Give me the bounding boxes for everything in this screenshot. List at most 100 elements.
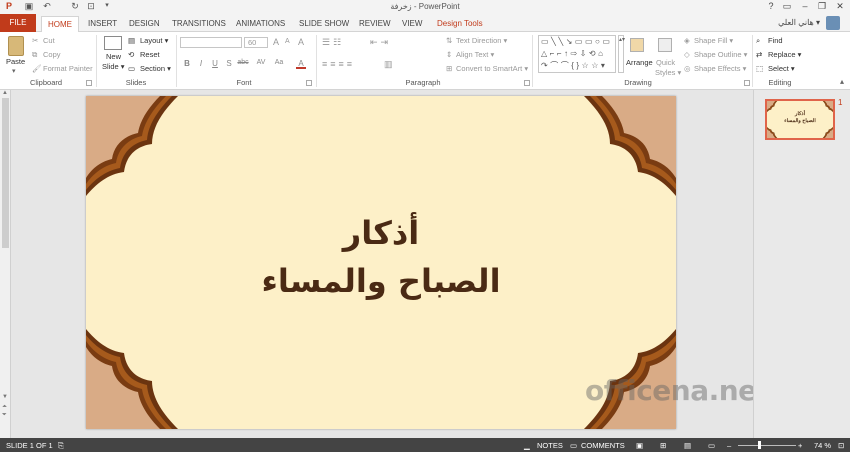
shapes-gallery-scroll-icon[interactable]: ▴▾: [618, 35, 625, 73]
format-painter-button[interactable]: Format Painter: [43, 64, 93, 73]
character-spacing-button[interactable]: AV: [254, 59, 268, 69]
slide-title[interactable]: أذكار: [86, 214, 676, 252]
tab-home[interactable]: HOME: [41, 16, 79, 33]
zoom-out-icon[interactable]: –: [727, 441, 731, 450]
grow-font-icon[interactable]: A: [273, 37, 279, 47]
scroll-up-icon[interactable]: ▲: [2, 90, 8, 96]
reset-icon[interactable]: ⟲: [128, 50, 134, 59]
cut-icon[interactable]: ✂: [32, 36, 38, 45]
text-direction-button[interactable]: Text Direction ▾: [456, 36, 507, 45]
vertical-scrollbar[interactable]: ▲ ▼ ⏶ ⏷: [0, 90, 11, 438]
font-size-select[interactable]: 60: [244, 37, 268, 48]
new-slide-icon[interactable]: [104, 36, 122, 50]
find-icon[interactable]: ⌕: [756, 36, 760, 46]
zoom-slider[interactable]: [738, 445, 796, 446]
align-text-icon[interactable]: ⇕: [446, 50, 452, 59]
font-launcher-icon[interactable]: [306, 80, 312, 86]
strikethrough-button[interactable]: abc: [236, 59, 250, 69]
shape-fill-button[interactable]: Shape Fill ▾: [694, 36, 733, 45]
clipboard-launcher-icon[interactable]: [86, 80, 92, 86]
replace-button[interactable]: Replace ▾: [768, 50, 801, 59]
tab-design[interactable]: DESIGN: [123, 16, 166, 32]
slide-thumbnail[interactable]: أذكار الصباح والمساء: [765, 99, 835, 140]
notes-icon[interactable]: ▁: [524, 441, 530, 450]
comments-button[interactable]: COMMENTS: [581, 441, 625, 450]
arrange-icon[interactable]: [630, 38, 644, 52]
bold-button[interactable]: B: [182, 59, 192, 69]
tab-review[interactable]: REVIEW: [353, 16, 397, 32]
user-account[interactable]: هاني العلي ▾: [778, 18, 820, 27]
reset-button[interactable]: Reset: [140, 50, 160, 59]
underline-button[interactable]: U: [210, 59, 220, 69]
font-color-button[interactable]: A: [296, 59, 306, 69]
scroll-down-icon[interactable]: ▼: [2, 394, 8, 400]
shape-outline-icon[interactable]: ◇: [684, 50, 690, 59]
copy-icon[interactable]: ⧉: [32, 50, 37, 60]
paste-button[interactable]: Paste: [6, 57, 25, 66]
find-button[interactable]: Find: [768, 36, 783, 45]
align-icon[interactable]: ≡≡≡≡: [322, 59, 355, 69]
columns-icon[interactable]: ▥: [384, 59, 393, 70]
comments-icon[interactable]: ▭: [570, 441, 577, 450]
arrange-button[interactable]: Arrange: [626, 58, 653, 67]
new-slide-dropdown[interactable]: Slide ▾: [102, 62, 125, 71]
select-button[interactable]: Select ▾: [768, 64, 795, 73]
clear-formatting-icon[interactable]: A: [298, 37, 304, 47]
copy-button[interactable]: Copy: [43, 50, 61, 59]
shape-effects-icon[interactable]: ◎: [684, 64, 691, 73]
help-button[interactable]: ?: [764, 1, 778, 13]
change-case-button[interactable]: Aa: [272, 59, 286, 69]
notes-button[interactable]: NOTES: [537, 441, 563, 450]
paste-dropdown-icon[interactable]: ▾: [12, 67, 16, 75]
smartart-icon[interactable]: ⊞: [446, 64, 452, 73]
shape-fill-icon[interactable]: ◈: [684, 36, 690, 45]
slide-show-icon[interactable]: ▭: [708, 441, 715, 450]
layout-icon[interactable]: ▤: [128, 36, 135, 45]
layout-button[interactable]: Layout ▾: [140, 36, 168, 45]
select-icon[interactable]: ⬚: [756, 64, 763, 73]
shape-outline-button[interactable]: Shape Outline ▾: [694, 50, 747, 59]
section-icon[interactable]: ▭: [128, 64, 135, 73]
section-button[interactable]: Section ▾: [140, 64, 171, 73]
indent-icon[interactable]: ⇤⇥: [370, 37, 391, 48]
convert-to-smartart-button[interactable]: Convert to SmartArt ▾: [456, 64, 528, 73]
tab-view[interactable]: VIEW: [396, 16, 428, 32]
paragraph-launcher-icon[interactable]: [524, 80, 530, 86]
shapes-gallery[interactable]: ▭╲╲↘▭▭○▭ △⌐⌐↑⇨⇩⟲⌂ ↷⌒⌒{}☆☆▾: [538, 35, 616, 73]
tab-file[interactable]: FILE: [0, 14, 36, 32]
quick-styles-icon[interactable]: [658, 38, 672, 52]
tab-insert[interactable]: INSERT: [82, 16, 123, 32]
zoom-level[interactable]: 74 %: [814, 441, 831, 450]
reading-view-icon[interactable]: ▤: [684, 441, 691, 450]
bullets-icon[interactable]: ☰☷: [322, 37, 344, 48]
shrink-font-icon[interactable]: A: [285, 38, 290, 45]
collapse-ribbon-icon[interactable]: ▴: [840, 77, 844, 86]
font-family-select[interactable]: [180, 37, 242, 48]
close-button[interactable]: ✕: [833, 1, 847, 13]
fit-slide-icon[interactable]: ⊡: [838, 441, 844, 450]
tab-design-tools[interactable]: Design Tools: [431, 16, 489, 32]
next-slide-icon[interactable]: ⏷: [2, 412, 7, 419]
previous-slide-icon[interactable]: ⏶: [2, 404, 7, 411]
align-text-button[interactable]: Align Text ▾: [456, 50, 494, 59]
shape-effects-button[interactable]: Shape Effects ▾: [694, 64, 746, 73]
paste-icon[interactable]: [8, 36, 24, 56]
text-direction-icon[interactable]: ⇅: [446, 36, 452, 45]
format-painter-icon[interactable]: 🖌: [32, 64, 42, 73]
new-slide-button[interactable]: New: [106, 52, 121, 61]
slide-subtitle[interactable]: الصباح والمساء: [86, 262, 676, 300]
cut-button[interactable]: Cut: [43, 36, 55, 45]
slide-sorter-icon[interactable]: ⊞: [660, 441, 666, 450]
avatar[interactable]: [826, 16, 840, 30]
minimize-button[interactable]: –: [798, 1, 812, 13]
restore-button[interactable]: ❐: [815, 1, 829, 13]
ribbon-display-options-icon[interactable]: ▭: [780, 1, 794, 13]
italic-button[interactable]: I: [196, 59, 206, 69]
scroll-thumb[interactable]: [2, 98, 9, 248]
quick-styles-dropdown[interactable]: Styles ▾: [655, 68, 681, 77]
replace-icon[interactable]: ⇄: [756, 50, 762, 59]
proofing-icon[interactable]: ⎘: [58, 441, 64, 451]
normal-view-icon[interactable]: ▣: [636, 441, 643, 450]
quick-styles-button[interactable]: Quick: [656, 58, 675, 67]
drawing-launcher-icon[interactable]: [744, 80, 750, 86]
